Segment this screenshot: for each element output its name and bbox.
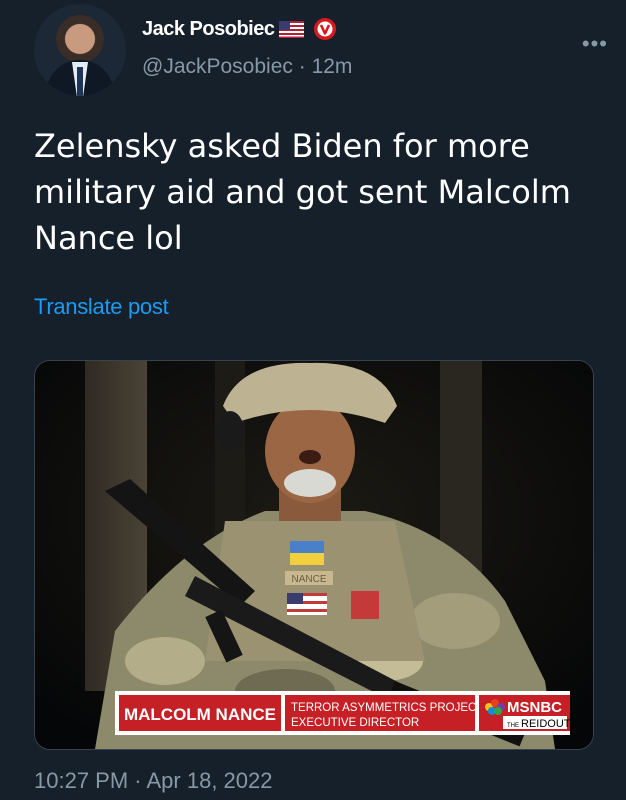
tweet-media-image[interactable]: NANCE MALCOLM NANCE TERROR ASYMMETRICS P… <box>34 360 594 750</box>
avatar-tie <box>77 67 83 96</box>
lower-third-name: MALCOLM NANCE <box>124 705 276 724</box>
network-logo: MSNBC <box>507 699 562 716</box>
media-frame: NANCE MALCOLM NANCE TERROR ASYMMETRICS P… <box>35 361 593 749</box>
lower-third-title-2: EXECUTIVE DIRECTOR <box>291 717 419 729</box>
tweet-timestamp[interactable]: 10:27 PM · Apr 18, 2022 <box>34 768 273 794</box>
show-prefix: THE <box>507 723 519 729</box>
us-flag-icon <box>279 20 305 38</box>
author-avatar[interactable] <box>34 4 126 96</box>
lower-third-title-1: TERROR ASYMMETRICS PROJECT <box>291 702 483 714</box>
name-tape: NANCE <box>291 574 326 585</box>
red-patch <box>351 591 379 619</box>
author-display-name[interactable]: Jack Posobiec <box>142 18 275 41</box>
author-name-row: Jack Posobiec <box>142 17 337 41</box>
author-meta: @JackPosobiec · 12m <box>142 55 352 79</box>
translate-post-link[interactable]: Translate post <box>34 294 169 320</box>
more-icon[interactable]: ••• <box>582 31 608 57</box>
show-name: REIDOUT <box>521 718 571 730</box>
author-handle[interactable]: @JackPosobiec <box>142 55 293 78</box>
meta-separator: · <box>298 55 306 78</box>
verified-badge-icon <box>313 17 337 41</box>
time-ago[interactable]: 12m <box>312 55 353 78</box>
tweet-text: Zelensky asked Biden for more military a… <box>34 127 571 257</box>
